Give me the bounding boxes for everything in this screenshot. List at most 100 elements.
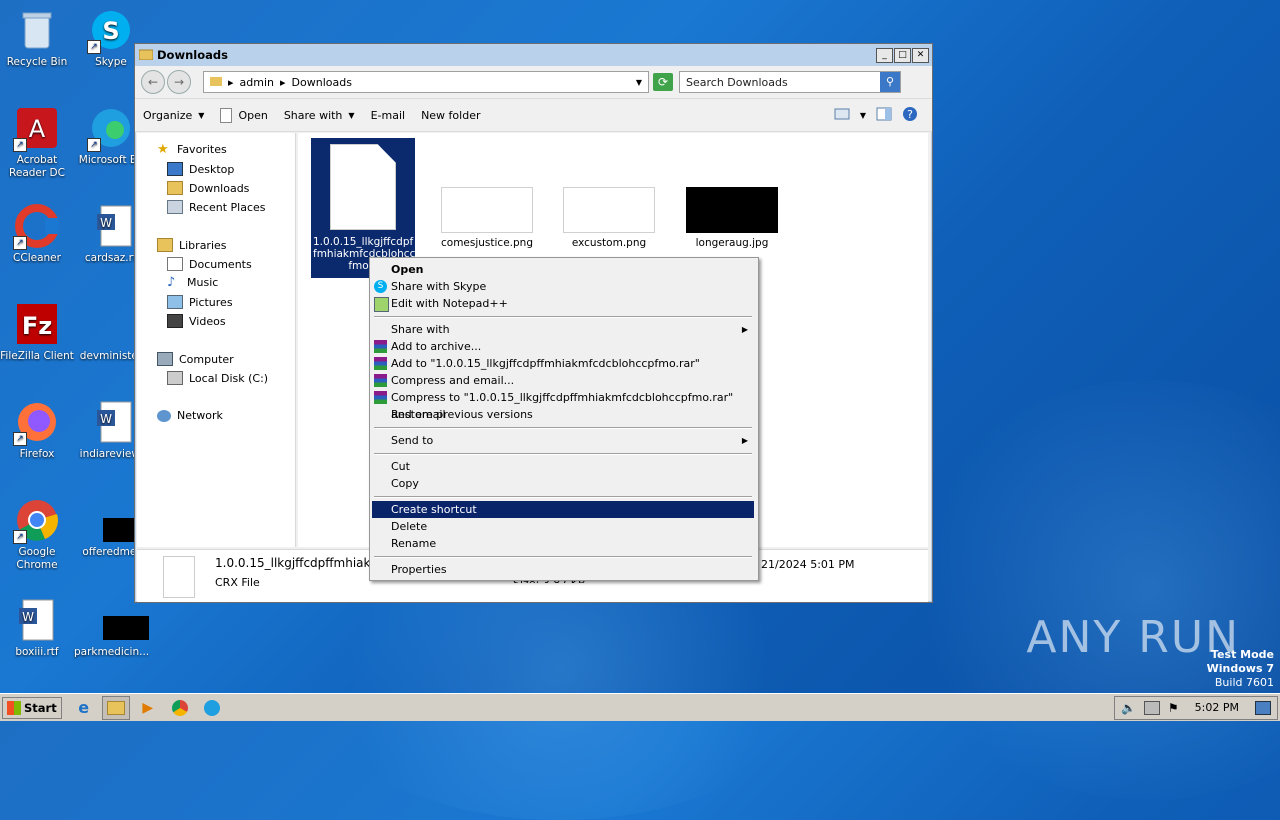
- menu-separator: [374, 556, 752, 558]
- breadcrumb-downloads[interactable]: Downloads: [292, 76, 352, 89]
- edge-icon: [203, 699, 220, 716]
- email-button[interactable]: E-mail: [363, 99, 414, 131]
- back-button[interactable]: ←: [141, 70, 165, 94]
- close-button[interactable]: ✕: [912, 47, 929, 63]
- shortcut-arrow-icon: ↗: [13, 138, 27, 152]
- menu-rename[interactable]: Rename: [372, 535, 754, 552]
- file-item-excustom[interactable]: excustom.png: [557, 187, 661, 249]
- nav-music[interactable]: ♪ Music: [167, 276, 218, 290]
- chevron-down-icon[interactable]: ▼: [860, 111, 866, 120]
- menu-copy[interactable]: Copy: [372, 475, 754, 492]
- taskbar-ie[interactable]: e: [70, 696, 98, 720]
- refresh-button[interactable]: ⟳: [653, 73, 673, 91]
- breadcrumb-admin[interactable]: admin: [240, 76, 274, 89]
- menu-share-with-skype[interactable]: S Share with Skype: [372, 278, 754, 295]
- menu-add-to-rar[interactable]: Add to "1.0.0.15_llkgjffcdpffmhiakmfcdcb…: [372, 355, 754, 372]
- menu-separator: [374, 496, 752, 498]
- recycle-bin-icon: [15, 8, 59, 52]
- nav-documents[interactable]: Documents: [167, 257, 252, 271]
- folder-icon: [210, 75, 222, 90]
- taskbar-media-player[interactable]: ▶: [134, 696, 162, 720]
- nav-favorites[interactable]: ★ Favorites: [157, 143, 227, 157]
- menu-create-shortcut[interactable]: Create shortcut: [372, 501, 754, 518]
- winrar-icon: [374, 357, 387, 370]
- show-desktop-icon[interactable]: [1255, 700, 1271, 715]
- address-bar[interactable]: ▸ admin ▸ Downloads ▼: [203, 71, 649, 93]
- menu-properties[interactable]: Properties: [372, 561, 754, 578]
- nav-recent-places[interactable]: Recent Places: [167, 200, 266, 214]
- chevron-down-icon[interactable]: ▼: [636, 78, 642, 87]
- drive-icon: [167, 371, 183, 385]
- taskbar-edge[interactable]: [198, 696, 226, 720]
- organize-button[interactable]: Organize ▼: [135, 99, 212, 131]
- nav-videos[interactable]: Videos: [167, 314, 226, 328]
- open-button[interactable]: Open: [212, 99, 275, 131]
- new-folder-button[interactable]: New folder: [413, 99, 488, 131]
- ccleaner-icon: ↗: [13, 204, 59, 250]
- chevron-right-icon[interactable]: ▸: [280, 76, 286, 89]
- desktop-icon-chrome[interactable]: ↗ Google Chrome: [0, 498, 74, 572]
- menu-edit-with-notepadpp[interactable]: Edit with Notepad++: [372, 295, 754, 312]
- nav-computer[interactable]: Computer: [157, 352, 234, 366]
- desktop-icon-boxiii[interactable]: W boxiii.rtf: [0, 598, 74, 659]
- minimize-button[interactable]: _: [876, 47, 893, 63]
- menu-add-to-archive[interactable]: Add to archive...: [372, 338, 754, 355]
- help-icon[interactable]: ?: [902, 106, 918, 125]
- clock[interactable]: 5:02 PM: [1195, 701, 1239, 714]
- folder-icon: [138, 48, 154, 63]
- network-tray-icon[interactable]: [1143, 700, 1160, 715]
- menu-separator: [374, 427, 752, 429]
- menu-cut[interactable]: Cut: [372, 458, 754, 475]
- blank-file-icon: [330, 144, 396, 230]
- menu-compress-and-email[interactable]: Compress and email...: [372, 372, 754, 389]
- view-options-icon[interactable]: [834, 108, 850, 123]
- nav-desktop[interactable]: Desktop: [167, 162, 234, 176]
- desktop-icon-acrobat[interactable]: A ↗ Acrobat Reader DC: [0, 106, 74, 180]
- desktop-icon-recycle-bin[interactable]: Recycle Bin: [0, 8, 74, 69]
- chevron-right-icon[interactable]: ▸: [228, 76, 234, 89]
- nav-downloads[interactable]: Downloads: [167, 181, 249, 195]
- window-titlebar[interactable]: Downloads _ □ ✕: [135, 44, 932, 66]
- firefox-icon: ↗: [13, 400, 59, 446]
- menu-restore-previous-versions[interactable]: Restore previous versions: [372, 406, 754, 423]
- libraries-icon: [157, 238, 173, 252]
- forward-button[interactable]: →: [167, 70, 191, 94]
- start-button[interactable]: Start: [2, 696, 62, 719]
- svg-text:A: A: [29, 115, 46, 143]
- speaker-icon[interactable]: 🔈: [1121, 701, 1136, 715]
- taskbar-chrome[interactable]: [166, 696, 194, 720]
- nav-local-disk[interactable]: Local Disk (C:): [167, 371, 268, 385]
- desktop-icon-ccleaner[interactable]: ↗ CCleaner: [0, 204, 74, 265]
- desktop-icon-filezilla[interactable]: Fz FileZilla Client: [0, 302, 74, 363]
- menu-delete[interactable]: Delete: [372, 518, 754, 535]
- videos-icon: [167, 314, 183, 328]
- test-mode-label: Test Mode Windows 7 Build 7601: [1206, 648, 1274, 689]
- search-icon[interactable]: ⚲: [880, 72, 900, 92]
- desktop-icon: [167, 162, 183, 176]
- image-thumbnail-icon: [89, 598, 149, 642]
- menu-open[interactable]: Open: [372, 261, 754, 278]
- menu-send-to[interactable]: Send to ▶: [372, 432, 754, 449]
- file-item-comesjustice[interactable]: comesjustice.png: [435, 187, 539, 249]
- menu-compress-to-rar-and-email[interactable]: Compress to "1.0.0.15_llkgjffcdpffmhiakm…: [372, 389, 754, 421]
- image-thumbnail-icon: [441, 187, 533, 233]
- preview-pane-icon[interactable]: [876, 107, 892, 124]
- nav-libraries[interactable]: Libraries: [157, 238, 227, 252]
- share-with-button[interactable]: Share with ▼: [276, 99, 363, 131]
- nav-network[interactable]: Network: [157, 409, 223, 422]
- menu-share-with[interactable]: Share with ▶: [372, 321, 754, 338]
- file-item-longeraug[interactable]: longeraug.jpg: [680, 187, 784, 249]
- recent-places-icon: [167, 200, 183, 214]
- taskbar: Start e ▶ 🔈 ⚑ 5:02 PM: [0, 693, 1280, 721]
- acrobat-icon: A ↗: [13, 106, 59, 152]
- search-input[interactable]: Search Downloads ⚲: [679, 71, 901, 93]
- filezilla-icon: Fz: [15, 302, 59, 346]
- nav-pictures[interactable]: Pictures: [167, 295, 233, 309]
- desktop-icon-parkmedicine[interactable]: parkmedicin...: [74, 598, 149, 659]
- winrar-icon: [374, 391, 387, 404]
- window-title: Downloads: [157, 48, 228, 62]
- action-center-flag-icon[interactable]: ⚑: [1168, 701, 1179, 715]
- maximize-button[interactable]: □: [894, 47, 911, 63]
- desktop-icon-firefox[interactable]: ↗ Firefox: [0, 400, 74, 461]
- taskbar-explorer[interactable]: [101, 695, 130, 720]
